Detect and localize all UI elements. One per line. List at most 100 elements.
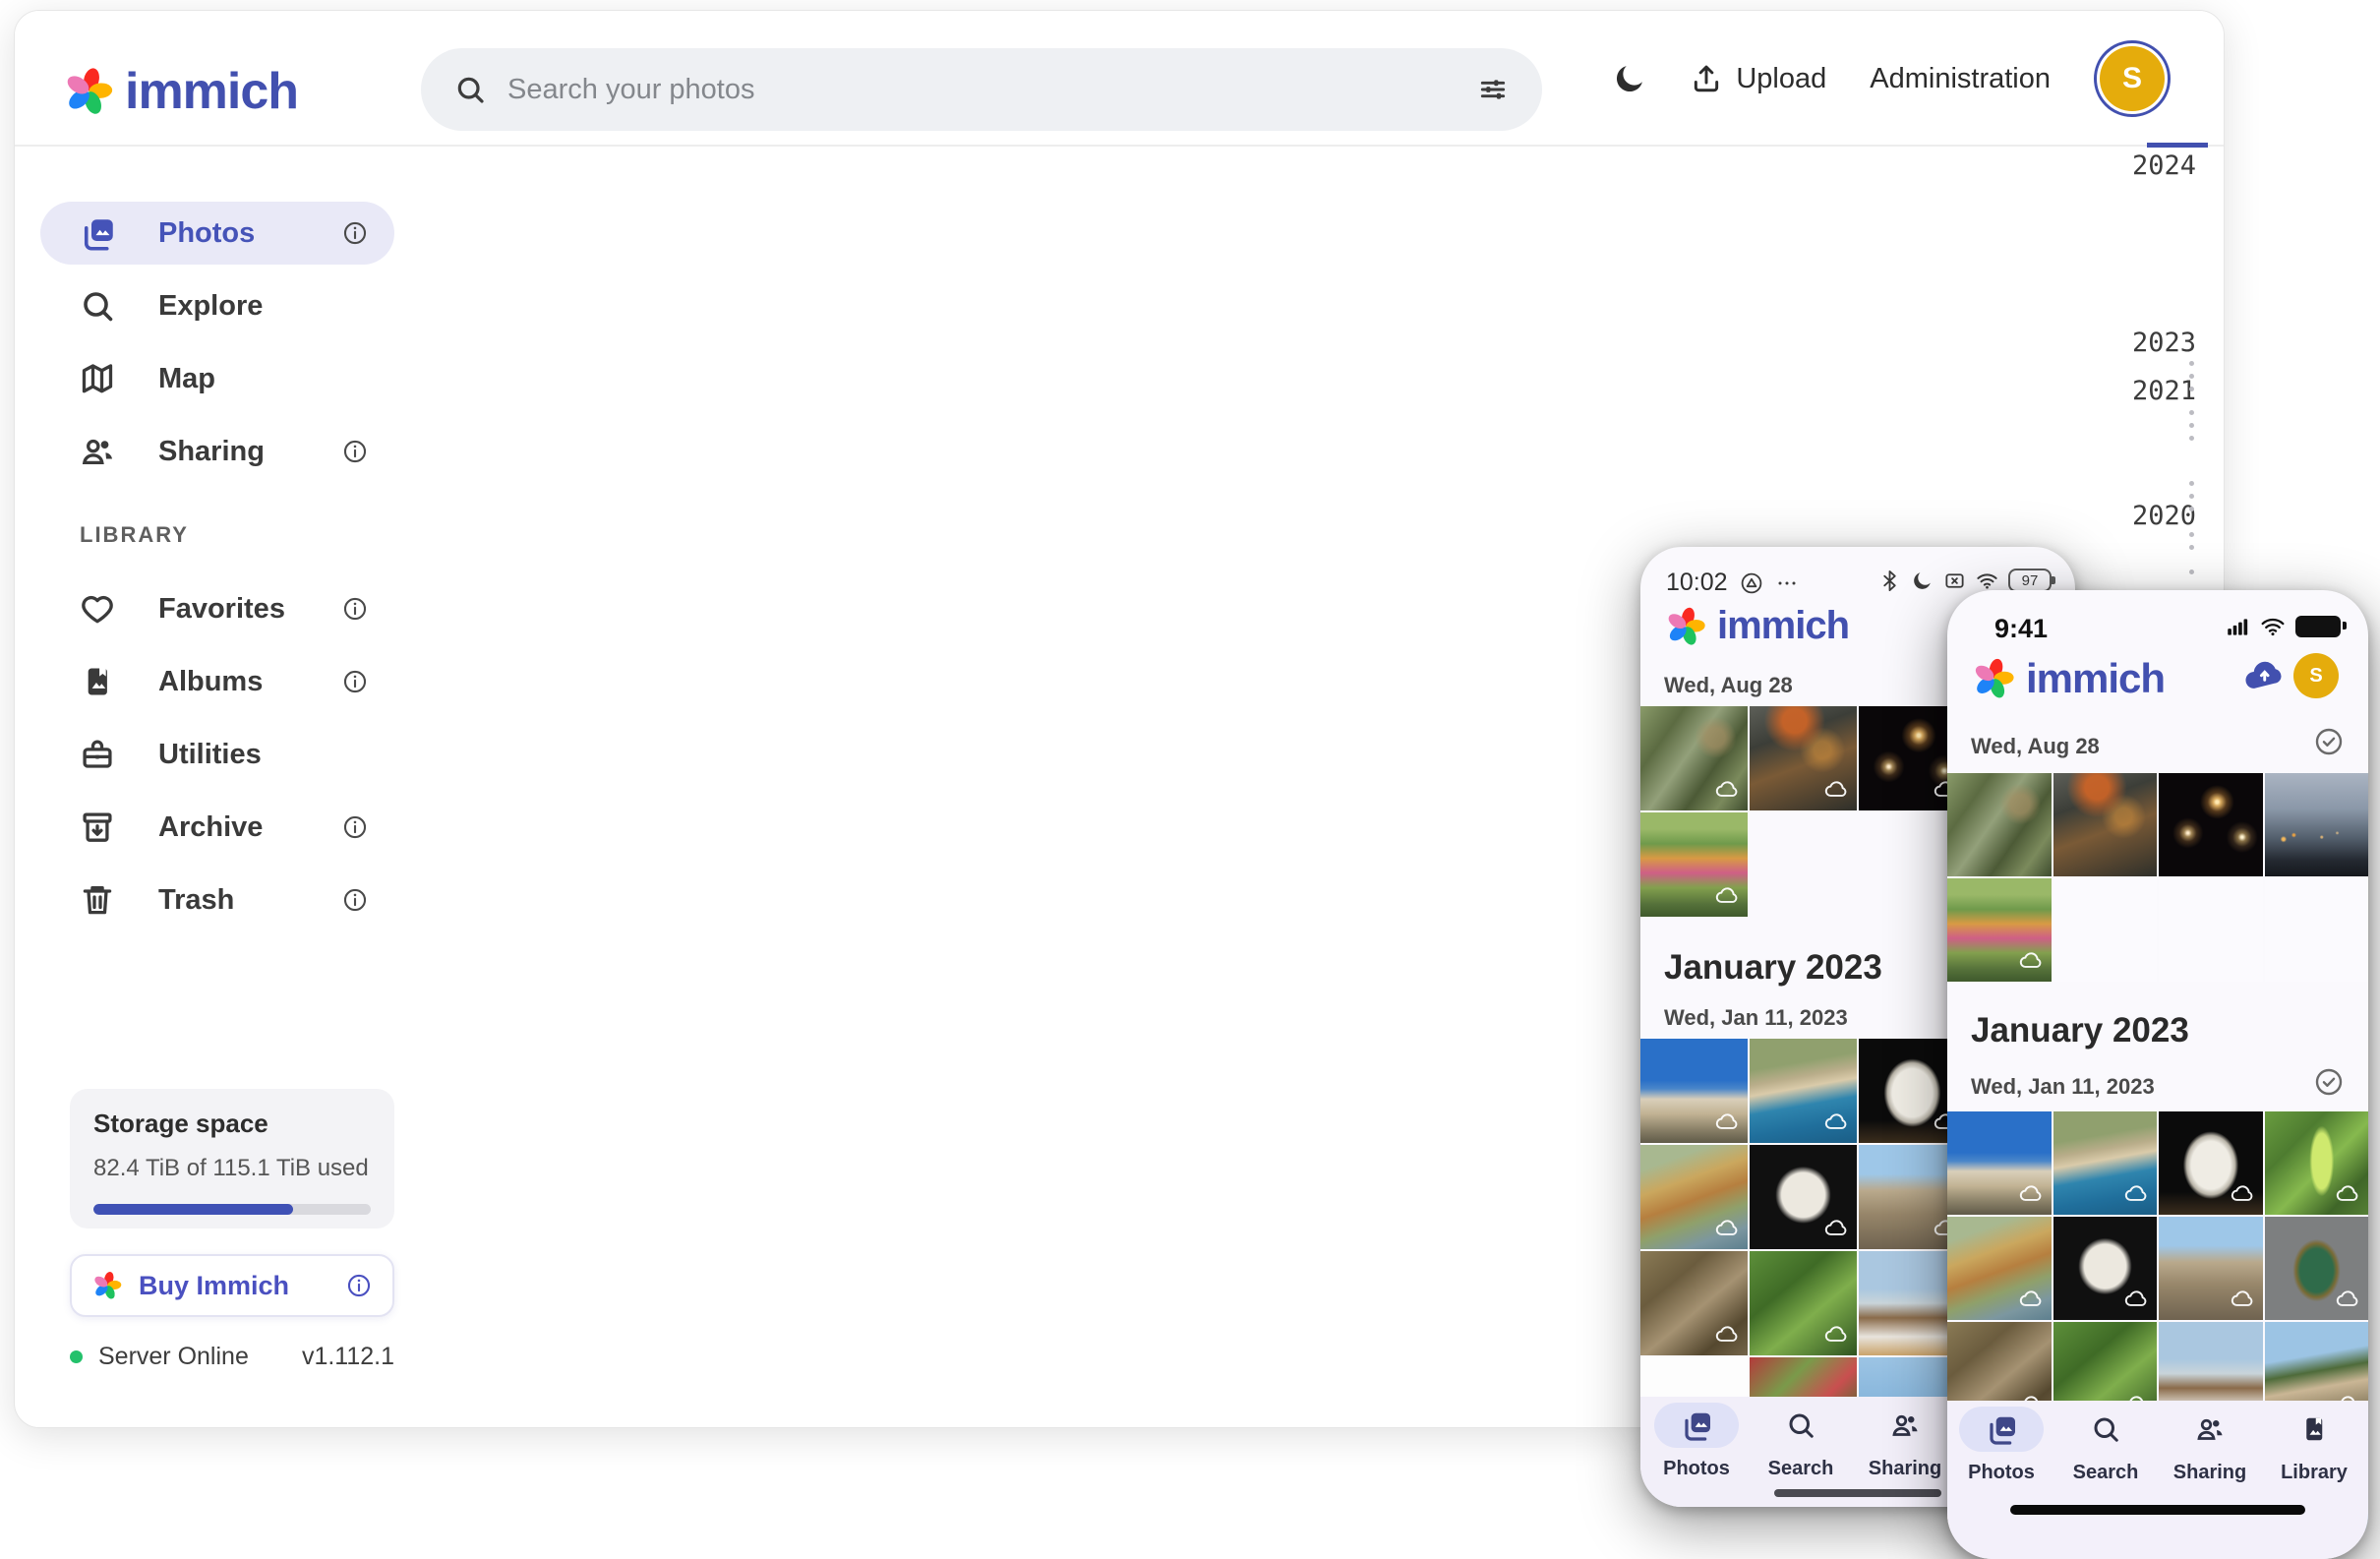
sidebar-item-map[interactable]: Map xyxy=(40,347,394,410)
info-icon[interactable] xyxy=(341,438,369,465)
buy-immich-button[interactable]: Buy Immich xyxy=(70,1254,394,1317)
sidebar-item-trash[interactable]: Trash xyxy=(40,869,394,931)
tab-sharing[interactable]: Sharing xyxy=(1853,1403,1957,1480)
photos-icon xyxy=(1681,1409,1712,1441)
thumb-monkeys-forest[interactable] xyxy=(1640,706,1748,810)
thumb-fortress-walls[interactable] xyxy=(1947,1111,2052,1215)
immich-logo: immich xyxy=(1664,604,1849,648)
search-filters-icon[interactable] xyxy=(1477,74,1509,105)
thumb-monkeys-forest[interactable] xyxy=(1947,773,2052,876)
tab-sharing[interactable]: Sharing xyxy=(2158,1407,2262,1484)
thumb-autumn-park-road[interactable] xyxy=(1947,878,2052,982)
upload-button[interactable]: Upload xyxy=(1691,63,1826,95)
month-heading: January 2023 xyxy=(1664,948,1882,988)
info-icon[interactable] xyxy=(341,219,369,247)
cloud-backup-icon xyxy=(2335,1181,2360,1207)
sharing-people-icon xyxy=(2195,1414,2225,1444)
sidebar-item-label: Archive xyxy=(158,811,298,844)
tab-photos[interactable]: Photos xyxy=(1644,1403,1749,1480)
wifi-icon xyxy=(1976,570,1998,592)
thumb-castle-ruins[interactable] xyxy=(2159,1217,2263,1320)
thumb-autumn-park-road[interactable] xyxy=(1640,812,1748,917)
data-saver-icon xyxy=(1740,571,1763,595)
info-icon[interactable] xyxy=(341,886,369,914)
search-icon xyxy=(2091,1414,2120,1444)
info-icon[interactable] xyxy=(341,813,369,841)
info-icon[interactable] xyxy=(341,668,369,695)
thumb-dinner-table[interactable] xyxy=(2053,773,2158,876)
thumb-holding-hands[interactable] xyxy=(2265,773,2369,876)
cellular-bars-icon xyxy=(2225,614,2250,639)
thumb-ornate-sculpture[interactable] xyxy=(2265,1217,2369,1320)
tab-search[interactable]: Search xyxy=(1749,1403,1853,1480)
immich-flower-icon xyxy=(91,1270,123,1301)
dark-mode-toggle-icon[interactable] xyxy=(1612,61,1647,96)
immich-wordmark: immich xyxy=(125,62,298,121)
select-all-check-icon[interactable] xyxy=(2313,1066,2345,1098)
sidebar-item-sharing[interactable]: Sharing xyxy=(40,420,394,483)
thumb-coastal-town[interactable] xyxy=(1750,1039,1857,1143)
info-icon[interactable] xyxy=(341,595,369,623)
battery-icon: 97 xyxy=(2008,569,2052,592)
home-indicator xyxy=(1774,1489,1941,1497)
thumb-coastal-town[interactable] xyxy=(2053,1111,2158,1215)
more-dots-icon xyxy=(1775,571,1799,595)
sidebar-item-albums[interactable]: Albums xyxy=(40,650,394,713)
user-avatar[interactable]: S xyxy=(2293,653,2339,698)
cloud-sync-button[interactable] xyxy=(2242,655,2286,698)
search-input[interactable] xyxy=(507,74,1456,106)
thumb-fortress-walls[interactable] xyxy=(1640,1039,1748,1143)
thumb-beach-cliff[interactable] xyxy=(1640,1145,1748,1249)
cloud-backup-icon xyxy=(1823,1109,1849,1135)
thumb-beach-cliff[interactable] xyxy=(1947,1217,2052,1320)
scrubber-year-2023[interactable]: 2023 xyxy=(2132,328,2196,358)
sidebar-item-favorites[interactable]: Favorites xyxy=(40,577,394,640)
immich-wordmark: immich xyxy=(2026,655,2165,702)
thumb-rock-sculpture[interactable] xyxy=(2053,1217,2158,1320)
tab-search[interactable]: Search xyxy=(2053,1407,2158,1484)
immich-flower-icon xyxy=(1971,656,2016,701)
date-group-heading: Wed, Aug 28 xyxy=(1664,673,1793,698)
tab-library[interactable]: Library xyxy=(2262,1407,2366,1484)
sidebar-item-photos[interactable]: Photos xyxy=(40,202,394,265)
sidebar-item-label: Utilities xyxy=(158,739,369,771)
cloud-backup-icon xyxy=(2230,1181,2255,1207)
sidebar-item-explore[interactable]: Explore xyxy=(40,274,394,337)
immich-logo[interactable]: immich xyxy=(62,62,298,121)
utilities-toolbox-icon xyxy=(80,737,115,772)
sidebar-item-label: Map xyxy=(158,363,369,395)
thumb-lizard-leaves[interactable] xyxy=(1640,1251,1748,1355)
select-all-check-icon[interactable] xyxy=(2313,726,2345,757)
scrubber-year-2020[interactable]: 2020 xyxy=(2132,501,2196,531)
thumb-rock-sculpture[interactable] xyxy=(1750,1145,1857,1249)
info-icon[interactable] xyxy=(345,1272,373,1299)
sidebar-item-archive[interactable]: Archive xyxy=(40,796,394,859)
bluetooth-icon xyxy=(1878,570,1901,592)
search-bar[interactable] xyxy=(421,48,1542,131)
sharing-people-icon xyxy=(1890,1410,1920,1440)
storage-title: Storage space xyxy=(93,1109,371,1139)
explore-search-icon xyxy=(80,288,115,324)
thumb-green-berries[interactable] xyxy=(2265,1111,2369,1215)
cloud-backup-icon xyxy=(1714,1216,1740,1241)
date-group-heading: Wed, Jan 11, 2023 xyxy=(1664,1005,1848,1031)
tab-photos[interactable]: Photos xyxy=(1949,1407,2053,1484)
thumb-lizard-moss[interactable] xyxy=(1750,1251,1857,1355)
thumb-fireworks[interactable] xyxy=(2159,773,2263,876)
server-version: v1.112.1 xyxy=(302,1343,394,1371)
thumb-dinner-table[interactable] xyxy=(1750,706,1857,810)
administration-link[interactable]: Administration xyxy=(1870,63,2051,95)
cloud-backup-icon xyxy=(1823,1216,1849,1241)
thumb-marble-bust[interactable] xyxy=(2159,1111,2263,1215)
library-section-heading: LIBRARY xyxy=(80,522,189,548)
storage-space-card: Storage space 82.4 TiB of 115.1 TiB used xyxy=(70,1089,394,1229)
sidebar-item-utilities[interactable]: Utilities xyxy=(40,723,394,786)
cloud-backup-icon xyxy=(2018,948,2044,974)
scrubber-year-2024[interactable]: 2024 xyxy=(2132,150,2196,181)
archive-icon xyxy=(80,809,115,845)
sidebar-item-label: Explore xyxy=(158,290,369,323)
scrubber-handle[interactable] xyxy=(2147,143,2208,148)
scrubber-year-2021[interactable]: 2021 xyxy=(2132,376,2196,406)
search-icon xyxy=(1786,1410,1815,1440)
wifi-icon xyxy=(2260,614,2286,639)
